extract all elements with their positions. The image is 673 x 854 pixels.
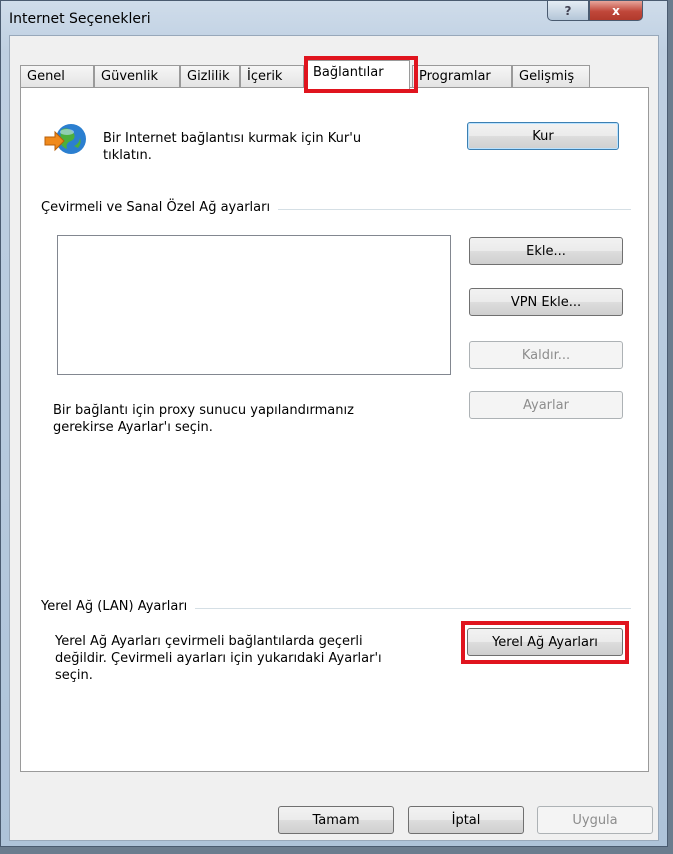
close-button[interactable]: x [589,1,643,21]
setup-text-line2: tıklatın. [103,148,152,163]
lan-text-line2: değildir. Çevirmeli ayarları için yukarı… [55,651,382,666]
globe-connection-icon [44,124,86,154]
setup-text-line1: Bir Internet bağlantısı kurmak için Kur'… [103,131,362,146]
tab-security[interactable]: Güvenlik [94,65,180,88]
dialup-connections-list[interactable] [57,235,451,375]
window-title: Internet Seçenekleri [9,11,151,27]
cancel-button[interactable]: İptal [408,806,524,834]
dialup-settings-button[interactable]: Ayarlar [469,391,623,419]
help-icon: ? [564,3,572,18]
internet-options-window: Internet Seçenekleri ? x Genel Güvenlik … [0,0,668,847]
dialup-group-label: Çevirmeli ve Sanal Özel Ağ ayarları [41,200,279,215]
lan-group-label: Yerel Ağ (LAN) Ayarları [41,599,196,614]
tab-content[interactable]: İçerik [240,65,304,88]
add-connection-button[interactable]: Ekle... [469,237,623,265]
tab-connections[interactable]: Bağlantılar [306,60,410,89]
tab-general[interactable]: Genel [20,65,94,88]
title-bar[interactable]: Internet Seçenekleri ? x [1,1,667,35]
proxy-text-line1: Bir bağlantı için proxy sunucu yapılandı… [53,403,354,418]
tab-privacy[interactable]: Gizlilik [180,65,240,88]
close-icon: x [612,3,620,18]
lan-settings-button[interactable]: Yerel Ağ Ayarları [467,628,623,656]
tab-advanced[interactable]: Gelişmiş [512,65,590,88]
proxy-text-line2: gerekirse Ayarlar'ı seçin. [53,420,213,435]
help-button[interactable]: ? [547,1,589,21]
remove-button[interactable]: Kaldır... [469,341,623,369]
setup-button[interactable]: Kur [467,122,619,150]
lan-text-line1: Yerel Ağ Ayarları çevirmeli bağlantılard… [55,634,363,649]
lan-text-line3: seçin. [55,668,93,683]
apply-button[interactable]: Uygula [537,806,653,834]
tab-programs[interactable]: Programlar [412,65,512,88]
add-vpn-button[interactable]: VPN Ekle... [469,288,623,316]
dialog-client-area: Genel Güvenlik Gizlilik İçerik Bağlantıl… [9,35,659,841]
ok-button[interactable]: Tamam [278,806,394,834]
connections-panel: Bir Internet bağlantısı kurmak için Kur'… [20,87,649,772]
